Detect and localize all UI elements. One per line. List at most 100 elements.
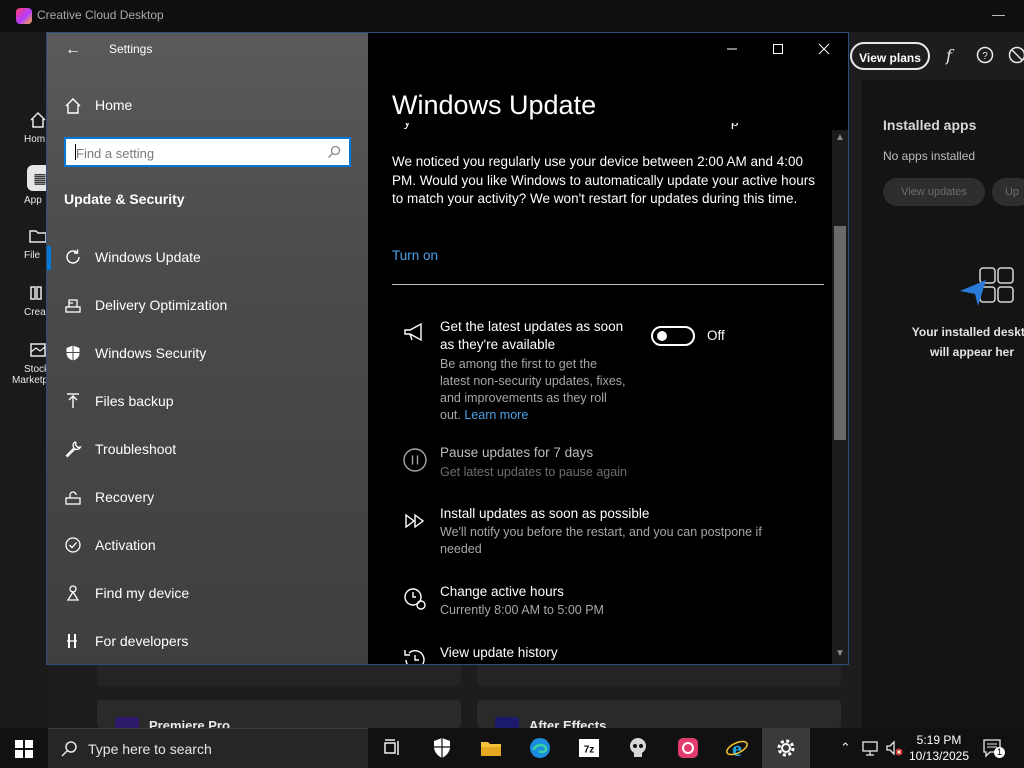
cc-titlebar: Creative Cloud Desktop — — [0, 0, 1024, 32]
taskbar-clock[interactable]: 5:19 PM 10/13/2025 — [906, 732, 972, 764]
search-icon[interactable] — [327, 145, 341, 159]
rail-label-files: File — [24, 250, 41, 261]
notification-count-badge: 1 — [994, 747, 1005, 758]
close-icon[interactable] — [814, 41, 834, 57]
app-card-after-effects[interactable]: After Effects — [477, 700, 841, 735]
chevron-up-icon[interactable]: ⌃ — [840, 740, 851, 756]
desc-line4: out. — [440, 408, 461, 422]
view-plans-button[interactable]: View plans — [850, 42, 930, 70]
network-icon[interactable] — [860, 738, 880, 758]
installed-message-line1: Your installed deskto — [911, 325, 1024, 339]
sidebar-item-activation[interactable]: Activation — [47, 522, 368, 570]
option-title: Change active hours — [440, 584, 564, 599]
home-icon — [65, 98, 81, 114]
update-all-button[interactable]: Up — [992, 178, 1024, 206]
desc-line2: needed — [440, 542, 482, 556]
sidebar-item-windows-security[interactable]: Windows Security — [47, 330, 368, 378]
nav-label: Windows Security — [95, 345, 207, 361]
minimize-icon[interactable] — [722, 41, 742, 57]
desc-line3: and improvements as they roll — [440, 391, 607, 405]
option-description: Get latest updates to pause again — [440, 465, 627, 479]
nav-label: Find my device — [95, 585, 190, 601]
learn-more-link[interactable]: Learn more — [464, 408, 528, 422]
taskbar-search-box[interactable]: Type here to search — [48, 728, 368, 768]
option-description: Be among the first to get the latest non… — [440, 356, 626, 424]
option-title: Pause updates for 7 days — [440, 445, 594, 460]
rail-item-home[interactable]: Hom — [24, 110, 48, 145]
fonts-icon[interactable]: f — [946, 46, 952, 65]
wrench-icon — [65, 441, 82, 458]
sidebar-item-delivery-optimization[interactable]: Delivery Optimization — [47, 282, 368, 330]
windows-security-shield-icon[interactable] — [430, 736, 454, 760]
installed-apps-title: Installed apps — [883, 117, 977, 133]
internet-explorer-icon[interactable]: e — [725, 736, 749, 760]
no-entry-icon[interactable] — [1008, 46, 1024, 69]
windows-start-icon[interactable] — [15, 740, 33, 758]
sidebar-item-files-backup[interactable]: Files backup — [47, 378, 368, 426]
file-explorer-icon[interactable] — [479, 736, 503, 760]
sidebar-item-recovery[interactable]: Recovery — [47, 474, 368, 522]
active-hours-notice: We noticed you regularly use your device… — [392, 154, 815, 206]
scroll-down-icon[interactable]: ▼ — [835, 648, 845, 659]
shield-icon — [66, 345, 80, 361]
content-scrollbar[interactable]: ▲ ▼ — [832, 130, 848, 664]
settings-window-title: Settings — [109, 42, 153, 56]
task-view-icon[interactable] — [380, 736, 404, 760]
rail-item-create[interactable]: Crea — [24, 283, 48, 318]
nav-label: Windows Update — [95, 249, 201, 265]
creative-cloud-icon[interactable] — [676, 736, 700, 760]
find-setting-search[interactable] — [64, 137, 351, 167]
active-hours-clock-icon — [404, 588, 426, 610]
sidebar-item-find-my-device[interactable]: Find my device — [47, 570, 368, 618]
volume-muted-icon[interactable] — [884, 738, 904, 758]
settings-taskbar-button[interactable] — [762, 728, 810, 768]
svg-text:e: e — [732, 736, 742, 760]
search-input[interactable] — [74, 143, 318, 163]
home-icon — [30, 111, 46, 128]
desc-line2: latest non-security updates, fixes, — [440, 374, 626, 388]
sidebar-item-for-developers[interactable]: For developers — [47, 618, 368, 666]
history-icon — [404, 650, 425, 664]
back-arrow-icon[interactable]: ← — [65, 41, 81, 59]
nav-label: Recovery — [95, 489, 155, 505]
app-card-premiere-pro[interactable]: Premiere Pro — [97, 700, 461, 735]
minimize-icon[interactable]: — — [992, 7, 1005, 22]
sidebar-item-troubleshoot[interactable]: Troubleshoot — [47, 426, 368, 474]
option-title: View update history — [440, 645, 558, 660]
turn-on-link[interactable]: Turn on — [392, 248, 438, 263]
rail-item-apps[interactable]: App — [24, 195, 42, 206]
installed-apps-message: Your installed deskto will appear her — [902, 322, 1024, 362]
divider — [392, 284, 824, 285]
7zip-icon[interactable]: 7z — [577, 736, 601, 760]
view-updates-button[interactable]: View updates — [883, 178, 985, 206]
notification-center-icon[interactable]: 1 — [982, 738, 1005, 758]
rail-label-marketplace: Marketp — [12, 375, 49, 386]
toggle-state-label: Off — [707, 328, 725, 343]
no-apps-text: No apps installed — [883, 149, 976, 163]
home-label: Home — [95, 97, 133, 113]
nav-label: Files backup — [95, 393, 174, 409]
scroll-up-icon[interactable]: ▲ — [835, 132, 845, 143]
edge-browser-icon[interactable] — [528, 736, 552, 760]
scrolled-text-fragment: y p — [392, 123, 832, 131]
sidebar-item-windows-update[interactable]: Windows Update — [47, 234, 368, 282]
rail-item-stock[interactable]: Stock Marketp — [12, 340, 49, 386]
cc-window-title: Creative Cloud Desktop — [37, 8, 164, 22]
taskbar-search-placeholder: Type here to search — [88, 741, 212, 757]
app-card-top-left — [97, 664, 461, 686]
latest-updates-toggle[interactable] — [651, 326, 695, 346]
installed-message-line2: will appear her — [929, 345, 1015, 359]
maximize-icon[interactable] — [768, 41, 788, 57]
nav-label: Troubleshoot — [95, 441, 177, 457]
upload-arrow-icon — [67, 393, 79, 408]
help-icon[interactable]: ? — [976, 46, 994, 69]
option-title: Get the latest updates as soon as they'r… — [440, 318, 623, 354]
desc-line1: Be among the first to get the — [440, 357, 598, 371]
skull-app-icon[interactable] — [626, 736, 650, 760]
rail-item-files[interactable]: File — [24, 226, 48, 261]
toggle-knob — [657, 331, 667, 341]
stock-icon — [30, 343, 46, 357]
scroll-thumb[interactable] — [834, 226, 846, 440]
megaphone-icon — [404, 322, 422, 342]
nav-label: Delivery Optimization — [95, 297, 228, 313]
